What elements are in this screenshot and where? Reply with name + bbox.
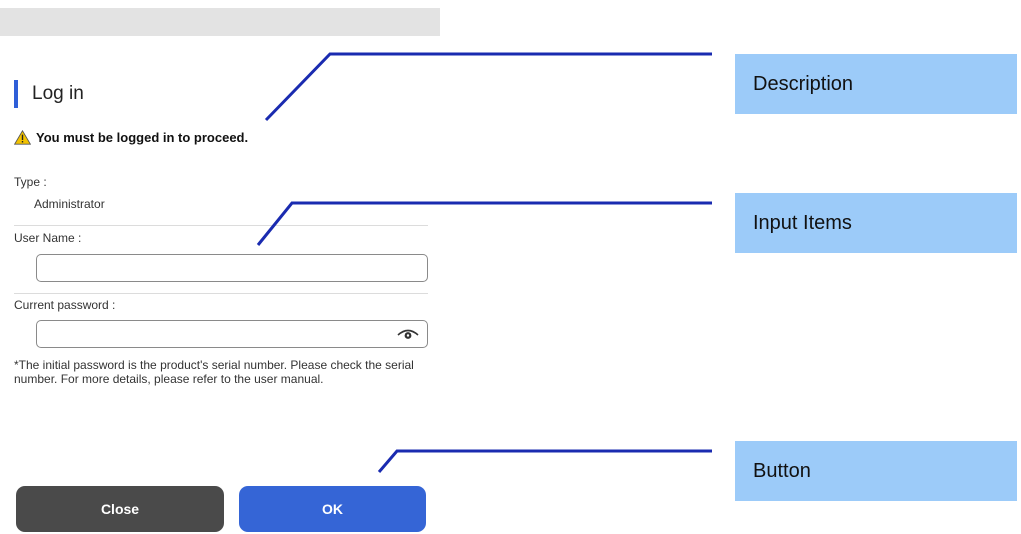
callout-label: Button [753,459,811,482]
callout-label: Description [753,72,854,95]
callout-input-items: Input Items [735,193,1017,253]
leader-line-input-items [256,201,712,246]
leader-line-button [377,449,712,473]
callout-description: Description [735,54,1017,114]
leader-line-description [264,52,712,122]
callout-button: Button [735,441,1017,501]
callout-label: Input Items [753,211,852,234]
